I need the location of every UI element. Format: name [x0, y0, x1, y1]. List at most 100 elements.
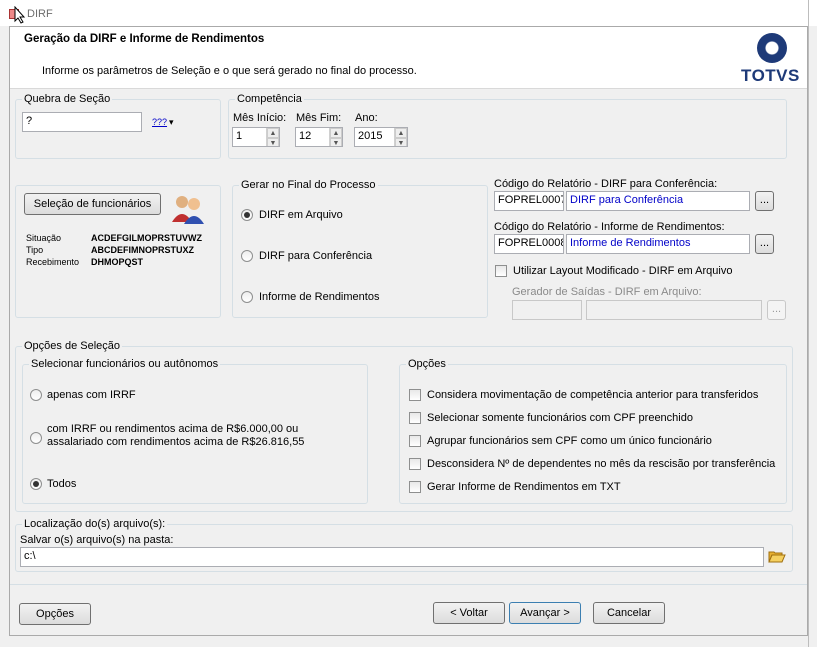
selecao-funcionarios-button[interactable]: Seleção de funcionários	[24, 193, 161, 215]
checkbox-movimentacao[interactable]	[409, 389, 421, 401]
inf-code-input[interactable]: FOPREL0008	[494, 234, 564, 254]
radio-apenas-irrf-label: apenas com IRRF	[47, 389, 136, 401]
recebimento-label: Recebimento	[26, 257, 80, 267]
radio-informe-rendimentos-label: Informe de Rendimentos	[259, 291, 380, 303]
checkbox-dependentes[interactable]	[409, 458, 421, 470]
gerar-group: Gerar no Final do Processo DIRF em Arqui…	[232, 179, 488, 318]
checkbox-informe-txt[interactable]	[409, 481, 421, 493]
opcoes-label: Opções	[406, 358, 448, 370]
radio-irrf-rendimentos-label-2: assalariado com rendimentos acima de R$2…	[47, 436, 305, 448]
ano-label: Ano:	[355, 112, 378, 124]
gerador-code-input	[512, 300, 582, 320]
tipo-label: Tipo	[26, 245, 44, 255]
cancelar-button[interactable]: Cancelar	[593, 602, 665, 624]
mes-inicio-label: Mês Início:	[233, 112, 287, 124]
checkbox-movimentacao-label: Considera movimentação de competência an…	[427, 389, 759, 401]
mes-fim-label: Mês Fim:	[296, 112, 342, 124]
quebra-input[interactable]: ?	[22, 112, 142, 132]
avancar-button[interactable]: Avançar >	[509, 602, 581, 624]
mes-inicio-value: 1	[236, 130, 243, 142]
localizacao-group: Localização do(s) arquivo(s): Salvar o(s…	[15, 518, 793, 572]
layout-modificado-label: Utilizar Layout Modificado - DIRF em Arq…	[513, 265, 733, 277]
page-subtitle: Informe os parâmetros de Seleção e o que…	[42, 65, 417, 77]
folder-open-icon[interactable]	[768, 549, 786, 564]
checkbox-agrupar-sem-cpf[interactable]	[409, 435, 421, 447]
competencia-group: Competência Mês Início: 1 ▲ ▼ Mês Fim: 12…	[228, 93, 787, 159]
mes-fim-spinner[interactable]: 12 ▲ ▼	[295, 127, 343, 147]
checkbox-informe-txt-label: Gerar Informe de Rendimentos em TXT	[427, 481, 621, 493]
radio-dirf-arquivo[interactable]	[241, 209, 253, 221]
spin-down-icon[interactable]: ▼	[395, 138, 407, 146]
ano-spinner[interactable]: 2015 ▲ ▼	[354, 127, 408, 147]
gerar-label: Gerar no Final do Processo	[239, 179, 378, 191]
opcoes-selecao-label: Opções de Seleção	[22, 340, 123, 352]
logo-text: TOTVS	[741, 66, 800, 85]
pasta-input[interactable]: c:\	[20, 547, 764, 567]
header: Geração da DIRF e Informe de Rendimentos…	[10, 27, 807, 89]
selecao-group: Seleção de funcionários Situação ACDEFGI…	[15, 185, 221, 318]
conf-code-input[interactable]: FOPREL0007	[494, 191, 564, 211]
radio-irrf-rendimentos[interactable]	[30, 432, 42, 444]
page-title: Geração da DIRF e Informe de Rendimentos	[24, 33, 265, 45]
competencia-label: Competência	[235, 93, 304, 105]
totvs-logo-icon	[757, 33, 787, 63]
funcionarios-label: Selecionar funcionários ou autônomos	[29, 358, 221, 370]
inf-browse-button[interactable]: ...	[755, 234, 774, 254]
radio-irrf-rendimentos-label-1: com IRRF ou rendimentos acima de R$6.000…	[47, 423, 299, 435]
radio-todos-label: Todos	[47, 478, 77, 490]
spinner-arrows[interactable]: ▲ ▼	[266, 128, 279, 146]
mouse-cursor-icon	[14, 6, 26, 24]
spin-down-icon[interactable]: ▼	[267, 138, 279, 146]
gerador-browse-button: ...	[767, 300, 786, 320]
users-icon	[172, 196, 204, 224]
inf-desc-field: Informe de Rendimentos	[566, 234, 750, 254]
conf-browse-button[interactable]: ...	[755, 191, 774, 211]
funcionarios-group: Selecionar funcionários ou autônomos ape…	[22, 358, 368, 504]
checkbox-agrupar-sem-cpf-label: Agrupar funcionários sem CPF como um úni…	[427, 435, 712, 447]
spinner-arrows[interactable]: ▲ ▼	[394, 128, 407, 146]
conf-desc-field: DIRF para Conferência	[566, 191, 750, 211]
footer-divider	[10, 584, 807, 585]
radio-todos[interactable]	[30, 478, 42, 490]
opcoes-button[interactable]: Opções	[19, 603, 91, 625]
opcoes-selecao-group: Opções de Seleção Selecionar funcionário…	[15, 340, 793, 512]
dialog-content: Geração da DIRF e Informe de Rendimentos…	[9, 26, 808, 636]
title-bar: DIRF	[0, 0, 817, 26]
spin-up-icon[interactable]: ▲	[267, 128, 279, 138]
gerador-saidas-label: Gerador de Saídas - DIRF em Arquivo:	[512, 286, 702, 298]
tipo-value: ABCDEFIMNOPRSTUXZ	[91, 245, 194, 255]
radio-dirf-arquivo-label: DIRF em Arquivo	[259, 209, 343, 221]
opcoes-group: Opções Considera movimentação de competê…	[399, 358, 787, 504]
radio-dirf-conferencia[interactable]	[241, 250, 253, 262]
radio-dirf-conferencia-label: DIRF para Conferência	[259, 250, 373, 262]
layout-modificado-checkbox[interactable]	[495, 265, 507, 277]
checkbox-cpf-preenchido[interactable]	[409, 412, 421, 424]
conf-code-label: Código do Relatório - DIRF para Conferên…	[494, 178, 718, 190]
salvar-pasta-label: Salvar o(s) arquivo(s) na pasta:	[20, 534, 174, 546]
window-title: DIRF	[27, 8, 53, 20]
dialog-window: DIRF Geração da DIRF e Informe de Rendim…	[0, 0, 817, 647]
voltar-button[interactable]: < Voltar	[433, 602, 505, 624]
radio-apenas-irrf[interactable]	[30, 389, 42, 401]
recebimento-value: DHMOPQST	[91, 257, 144, 267]
gerador-desc-field	[586, 300, 762, 320]
quebra-lookup-icon[interactable]: ???	[152, 117, 167, 127]
spin-up-icon[interactable]: ▲	[330, 128, 342, 138]
quebra-group: Quebra de Seção ? ??? ▾	[15, 93, 221, 159]
inf-code-label: Código do Relatório - Informe de Rendime…	[494, 221, 725, 233]
situacao-value: ACDEFGILMOPRSTUVWZ	[91, 233, 202, 243]
dropdown-arrow-icon[interactable]: ▾	[169, 117, 174, 128]
spin-up-icon[interactable]: ▲	[395, 128, 407, 138]
checkbox-dependentes-label: Desconsidera Nº de dependentes no mês da…	[427, 458, 776, 470]
checkbox-cpf-preenchido-label: Selecionar somente funcionários com CPF …	[427, 412, 693, 424]
mes-inicio-spinner[interactable]: 1 ▲ ▼	[232, 127, 280, 147]
spin-down-icon[interactable]: ▼	[330, 138, 342, 146]
spinner-arrows[interactable]: ▲ ▼	[329, 128, 342, 146]
window-border	[808, 0, 809, 647]
radio-informe-rendimentos[interactable]	[241, 291, 253, 303]
localizacao-label: Localização do(s) arquivo(s):	[22, 518, 168, 530]
quebra-label: Quebra de Seção	[22, 93, 113, 105]
situacao-label: Situação	[26, 233, 62, 243]
ano-value: 2015	[358, 130, 383, 142]
mes-fim-value: 12	[299, 130, 312, 142]
